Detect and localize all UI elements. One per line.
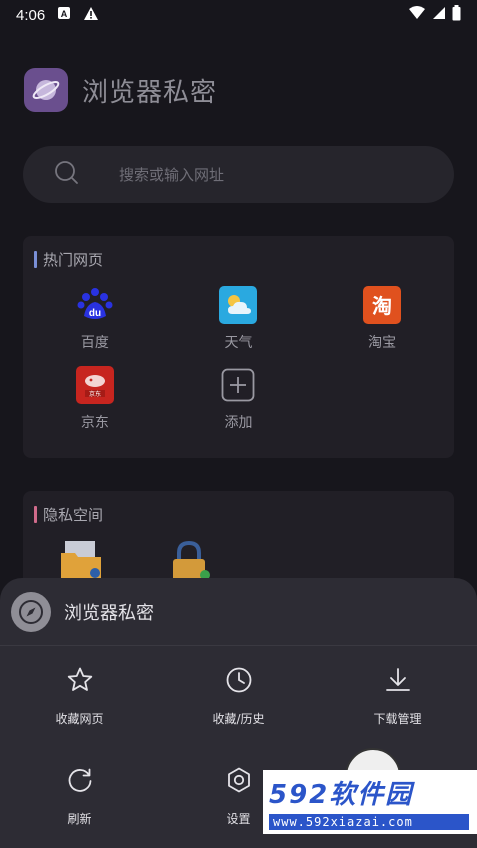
watermark: 592软件园 www.592xiazai.com — [263, 770, 477, 834]
download-manager-button[interactable]: 下载管理 — [318, 646, 477, 746]
weather-icon — [219, 286, 258, 324]
refresh-button[interactable]: 刷新 — [0, 746, 159, 846]
search-input[interactable] — [119, 165, 379, 184]
action-label: 下载管理 — [373, 711, 422, 726]
clock-icon — [225, 666, 253, 698]
hot-pages-card: 热门网页 du 百度 天气 淘 淘宝 京东 京东 添加 — [23, 236, 454, 458]
svg-text:du: du — [89, 308, 101, 319]
shortcut-weather[interactable]: 天气 — [167, 286, 311, 352]
history-button[interactable]: 收藏/历史 — [159, 646, 318, 746]
star-icon — [66, 666, 94, 698]
bookmark-page-button[interactable]: 收藏网页 — [0, 646, 159, 746]
action-label: 收藏网页 — [55, 711, 104, 726]
baidu-icon: du — [76, 286, 114, 324]
jd-icon: 京东 — [75, 366, 114, 404]
wifi-icon — [408, 6, 426, 24]
section-accent-bar — [34, 506, 37, 523]
shortcut-baidu[interactable]: du 百度 — [23, 286, 167, 352]
shortcut-label: 京东 — [80, 415, 109, 431]
shortcut-label: 淘宝 — [368, 335, 397, 351]
compass-icon — [11, 591, 51, 632]
watermark-url: www.592xiazai.com — [269, 814, 469, 830]
search-icon — [53, 159, 81, 191]
warning-icon — [83, 6, 99, 25]
signal-icon — [432, 6, 446, 24]
status-time: 4:06 — [16, 6, 46, 24]
svg-text:京东: 京东 — [89, 390, 101, 398]
shortcut-add[interactable]: 添加 — [167, 366, 311, 432]
search-bar[interactable] — [23, 146, 454, 203]
settings-icon — [225, 766, 253, 798]
sheet-title: 浏览器私密 — [64, 602, 154, 624]
section-title: 隐私空间 — [43, 506, 104, 524]
shortcut-jd[interactable]: 京东 京东 — [23, 366, 167, 432]
action-label: 刷新 — [67, 811, 92, 826]
add-icon — [219, 366, 257, 404]
watermark-brand: 592软件园 — [269, 780, 414, 810]
shortcut-label: 天气 — [224, 335, 253, 351]
shortcut-taobao[interactable]: 淘 淘宝 — [310, 286, 454, 352]
status-bar: 4:06 A — [0, 0, 477, 30]
shortcut-label: 添加 — [224, 415, 253, 431]
refresh-icon — [66, 766, 94, 798]
section-title: 热门网页 — [43, 251, 104, 269]
section-accent-bar — [34, 251, 37, 268]
action-label: 设置 — [226, 811, 251, 826]
svg-text:淘: 淘 — [372, 294, 392, 318]
planet-icon — [24, 68, 68, 112]
action-label: 收藏/历史 — [212, 711, 265, 726]
notification-a-icon: A — [57, 6, 71, 24]
app-header: 浏览器私密 — [24, 68, 217, 112]
taobao-icon: 淘 — [363, 286, 402, 324]
download-icon — [384, 666, 412, 698]
sheet-header: 浏览器私密 — [0, 578, 477, 646]
battery-icon — [452, 5, 461, 25]
app-title: 浏览器私密 — [82, 77, 218, 108]
shortcut-label: 百度 — [80, 335, 109, 351]
svg-text:A: A — [61, 9, 68, 19]
